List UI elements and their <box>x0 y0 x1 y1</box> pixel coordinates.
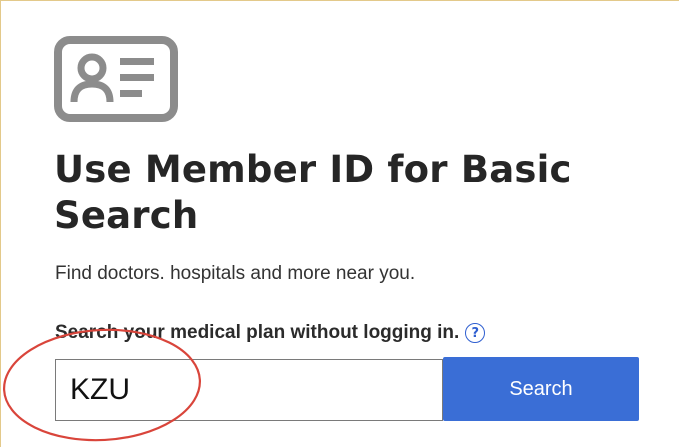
member-id-card-icon <box>54 36 178 122</box>
search-button[interactable]: Search <box>443 357 639 421</box>
member-id-input[interactable] <box>55 359 443 421</box>
plan-search-label-text: Search your medical plan without logging… <box>55 322 460 343</box>
member-search-card: Use Member ID for Basic Search Find doct… <box>0 0 679 447</box>
help-icon[interactable]: ? <box>465 323 486 343</box>
plan-search-label: Search your medical plan without logging… <box>55 322 486 344</box>
subtitle: Find doctors. hospitals and more near yo… <box>55 263 416 284</box>
page-title: Use Member ID for Basic Search <box>54 148 572 237</box>
